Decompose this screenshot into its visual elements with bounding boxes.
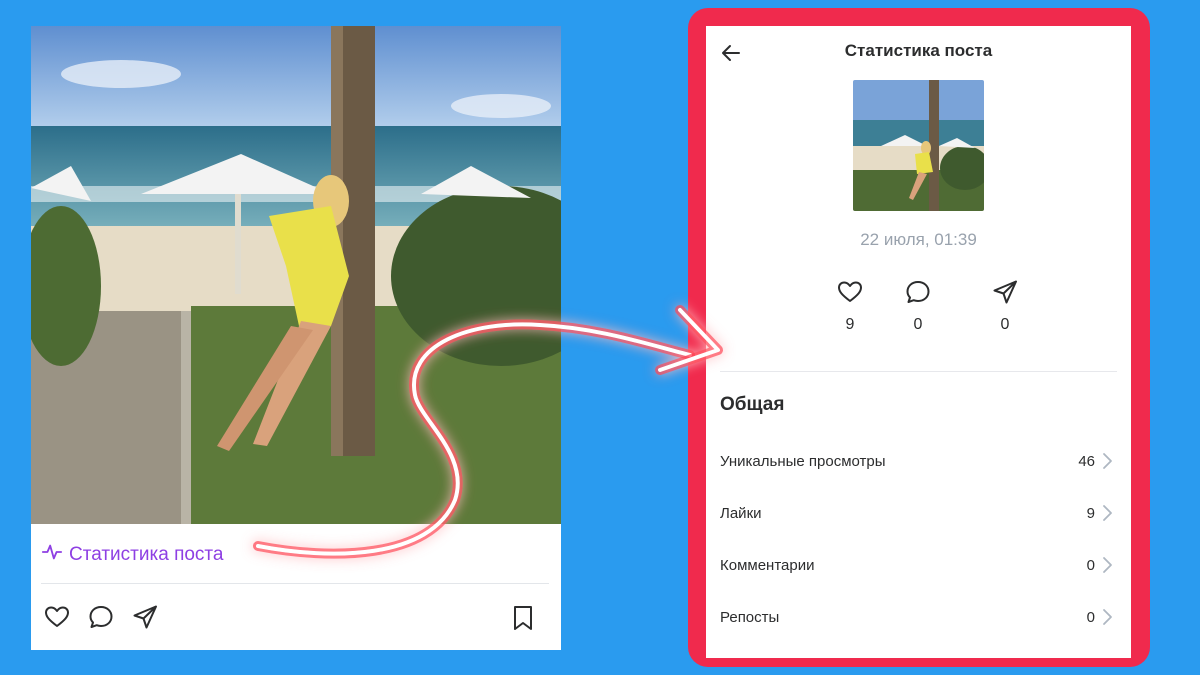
- comment-icon: [906, 281, 930, 303]
- comment-button[interactable]: [87, 603, 115, 631]
- stat-row-comments[interactable]: Комментарии 0: [720, 550, 1113, 580]
- stat-row-likes[interactable]: Лайки 9: [720, 498, 1113, 528]
- chevron-right-icon: [1103, 609, 1112, 625]
- post-stats-link[interactable]: Статистика поста: [41, 541, 223, 569]
- chevron-right-icon: [1103, 505, 1112, 521]
- comments-count: 0: [913, 316, 923, 333]
- page-title: Статистика поста: [844, 41, 993, 60]
- share-button[interactable]: [131, 603, 159, 631]
- post-photo[interactable]: [31, 26, 561, 524]
- chevron-right-icon: [1103, 557, 1112, 573]
- chevron-right-icon: [1103, 453, 1112, 469]
- likes-counter[interactable]: 9: [820, 278, 880, 334]
- heart-icon: [45, 606, 69, 627]
- stat-row-label: Лайки: [720, 504, 762, 522]
- divider: [41, 583, 549, 584]
- post-thumbnail: [853, 80, 984, 211]
- divider: [720, 371, 1117, 372]
- stat-row-label: Уникальные просмотры: [720, 452, 886, 470]
- stat-row-unique-views[interactable]: Уникальные просмотры 46: [720, 446, 1113, 476]
- stat-row-value: 0: [1086, 608, 1095, 626]
- stat-row-reposts[interactable]: Репосты 0: [720, 602, 1113, 632]
- comments-counter[interactable]: 0: [888, 278, 948, 334]
- comment-icon: [89, 606, 113, 628]
- bookmark-icon: [514, 606, 532, 630]
- post-date: 22 июля, 01:39: [860, 230, 977, 249]
- like-button[interactable]: [43, 603, 71, 631]
- stat-row-value: 46: [1078, 452, 1095, 470]
- highlight-frame: Статистика поста 22 июля, 01:39 9 0 0 Об…: [688, 8, 1150, 667]
- activity-icon: [41, 541, 63, 569]
- likes-count: 9: [845, 316, 855, 333]
- post-card: Статистика поста: [31, 26, 561, 650]
- bookmark-button[interactable]: [511, 604, 535, 632]
- section-title: Общая: [720, 394, 785, 415]
- stat-row-value: 9: [1086, 504, 1095, 522]
- stat-row-label: Репосты: [720, 608, 780, 626]
- stat-row-value: 0: [1086, 556, 1095, 574]
- post-actions: [43, 603, 159, 631]
- post-stats-label: Статистика поста: [69, 544, 224, 565]
- reposts-count: 0: [1000, 316, 1010, 333]
- stat-row-label: Комментарии: [720, 556, 815, 574]
- share-icon: [133, 605, 157, 629]
- share-icon: [993, 280, 1017, 304]
- post-stats-screen: Статистика поста 22 июля, 01:39 9 0 0 Об…: [706, 26, 1131, 658]
- reposts-counter[interactable]: 0: [975, 278, 1035, 334]
- heart-icon: [838, 281, 862, 302]
